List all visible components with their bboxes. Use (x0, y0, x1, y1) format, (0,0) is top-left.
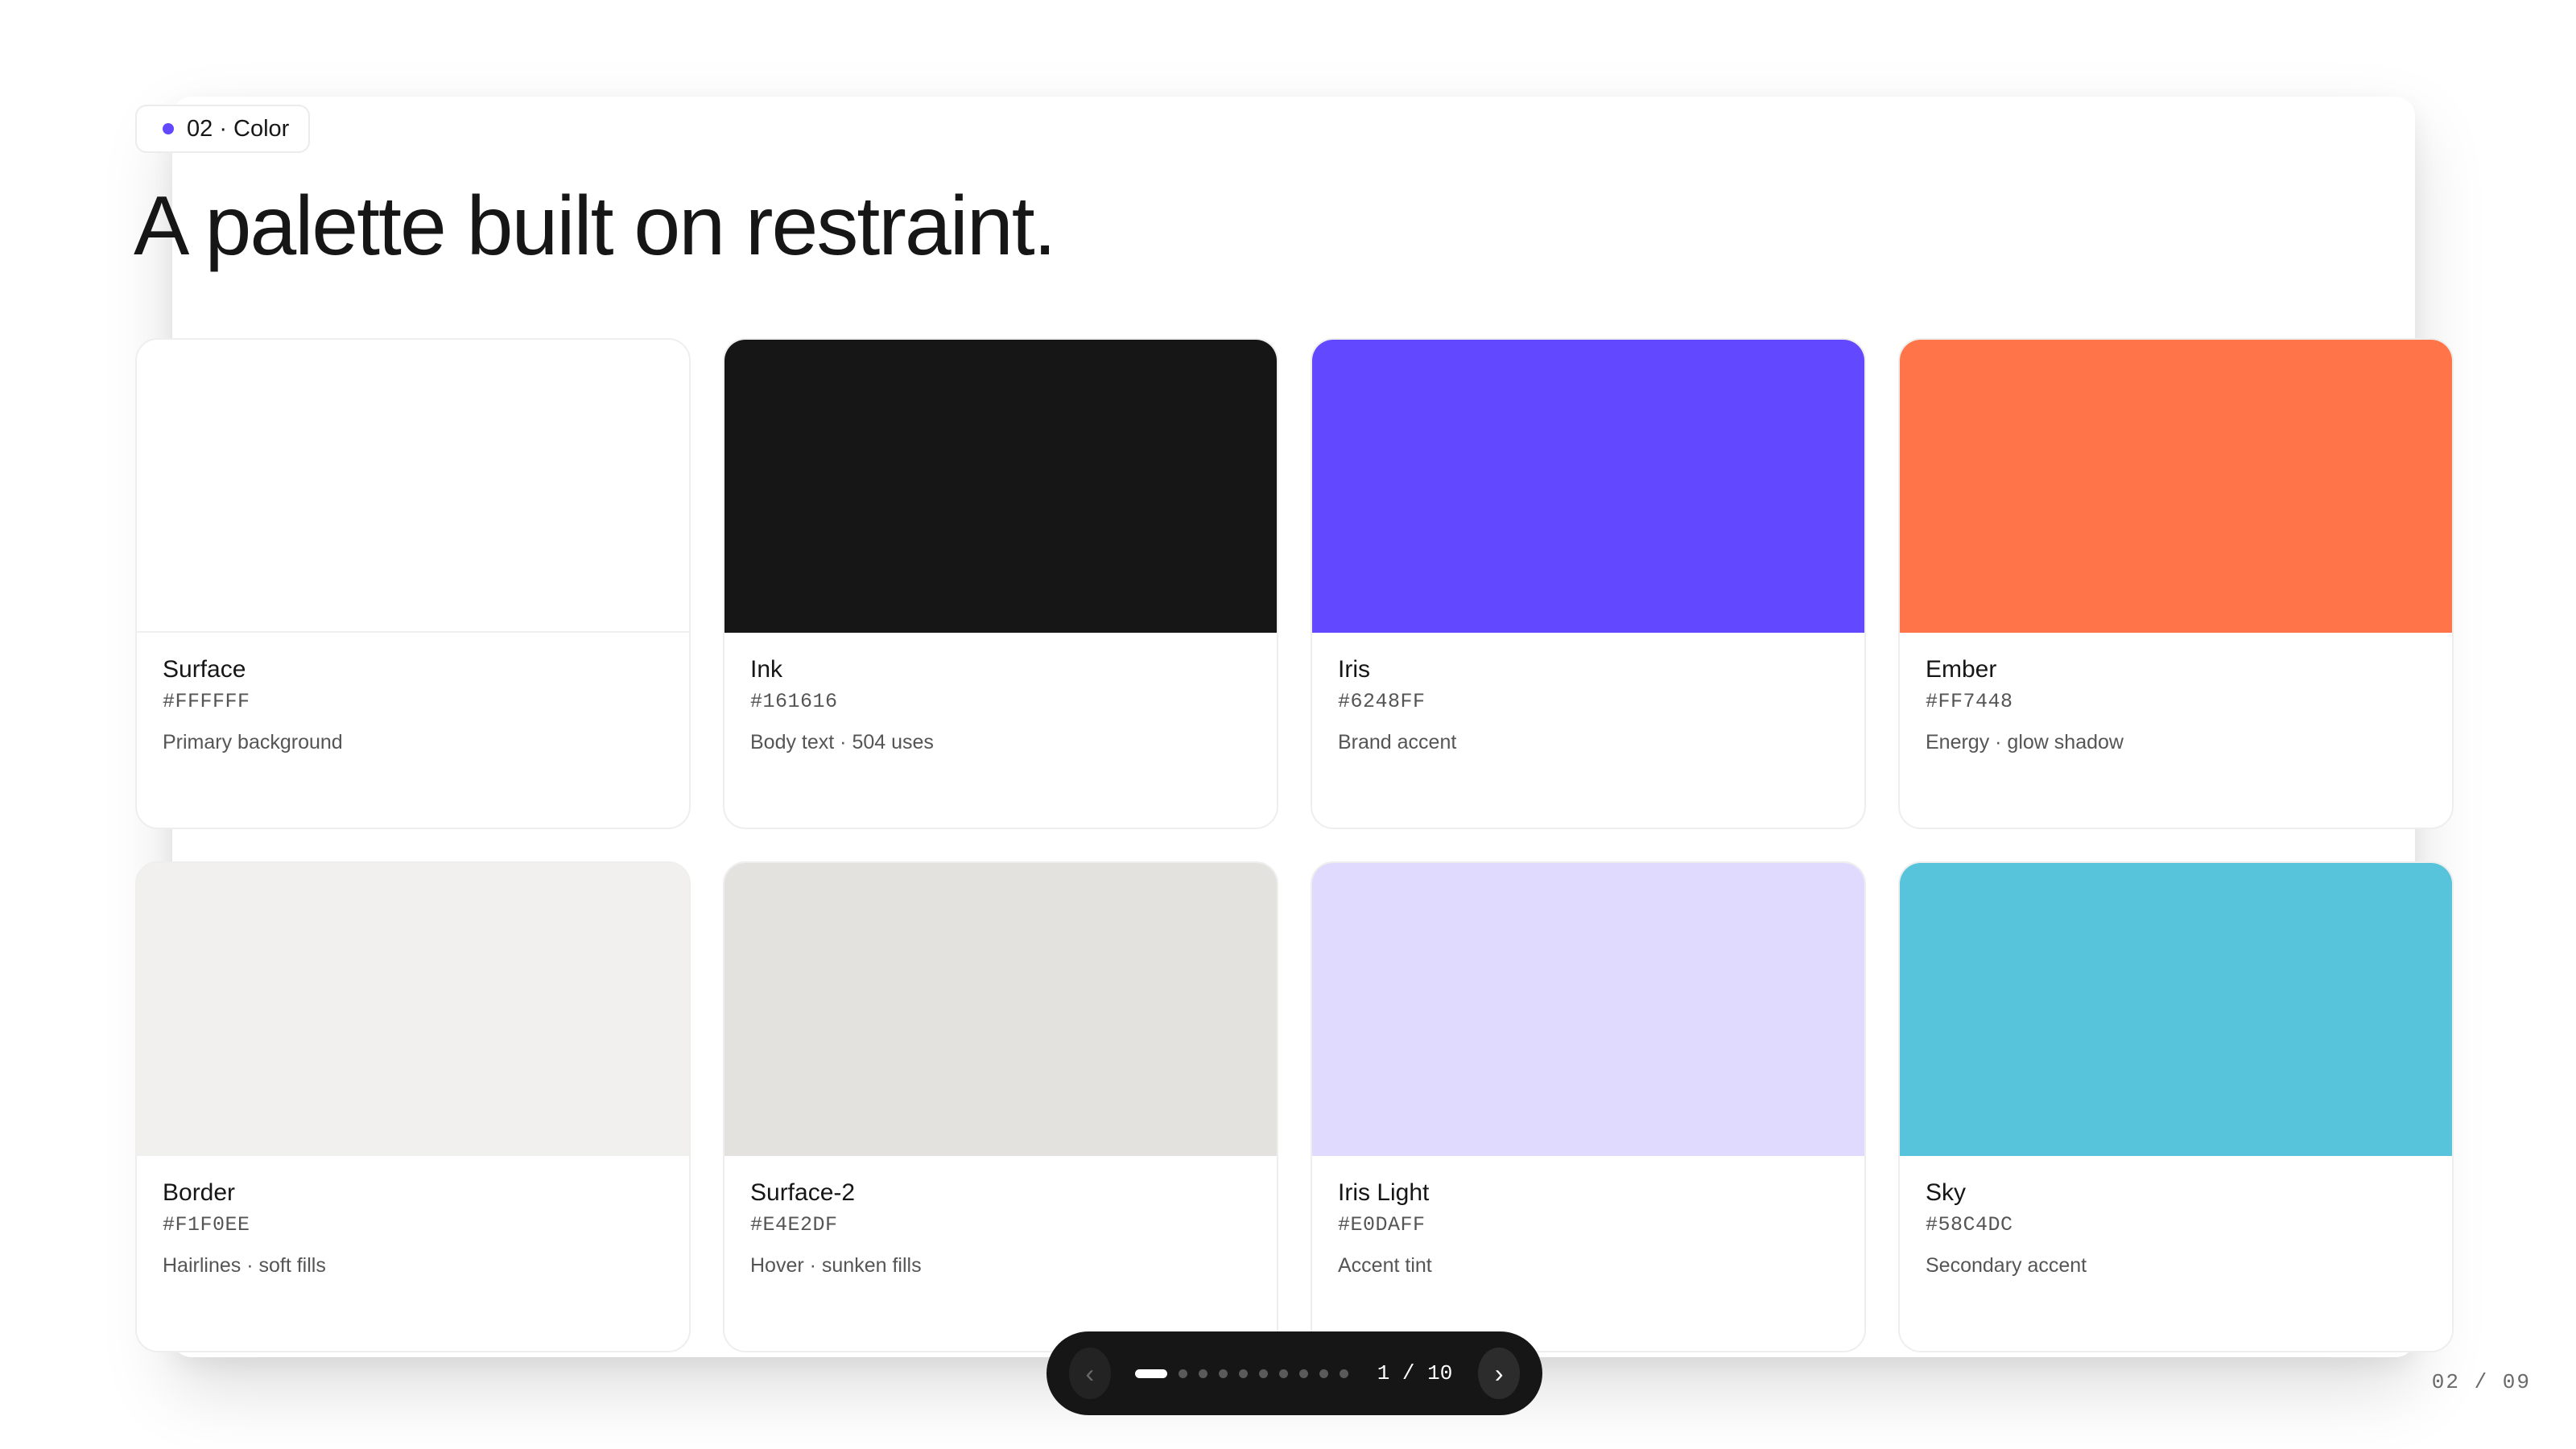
swatch-card-border: Border #F1F0EE Hairlines · soft fills (135, 861, 691, 1352)
swatch-grid: Surface #FFFFFF Primary background Ink #… (135, 338, 2454, 1352)
chevron-right-icon: › (1494, 1358, 1504, 1388)
swatch-card-ember: Ember #FF7448 Energy · glow shadow (1898, 338, 2454, 829)
swatch-description: Primary background (163, 731, 343, 753)
color-swatch (1900, 863, 2452, 1156)
swatch-name: Ember (1926, 656, 1997, 683)
swatch-name: Iris (1338, 656, 1370, 683)
section-label: 02 · Color (187, 115, 290, 142)
color-swatch (1900, 340, 2452, 633)
swatch-hex: #E4E2DF (750, 1213, 838, 1236)
swatch-card-surface-2: Surface-2 #E4E2DF Hover · sunken fills (723, 861, 1278, 1352)
swatch-hex: #FFFFFF (163, 690, 250, 713)
chevron-left-icon: ‹ (1085, 1358, 1095, 1388)
page-title: A palette built on restraint. (134, 180, 1056, 273)
progress-dot[interactable] (1134, 1368, 1167, 1378)
swatch-name: Border (163, 1179, 236, 1206)
swatch-description: Energy · glow shadow (1926, 731, 2124, 753)
color-swatch (1312, 863, 1864, 1156)
swatch-description: Secondary accent (1926, 1254, 2087, 1277)
swatch-card-iris-light: Iris Light #E0DAFF Accent tint (1311, 861, 1866, 1352)
section-dot-icon (163, 123, 174, 134)
swatch-card-sky: Sky #58C4DC Secondary accent (1898, 861, 2454, 1352)
slide-pager: ‹ 1 / 10 › (1046, 1331, 1542, 1415)
color-swatch (724, 863, 1277, 1156)
progress-dot[interactable] (1298, 1368, 1308, 1378)
swatch-hex: #161616 (750, 690, 838, 713)
progress-dot[interactable] (1319, 1368, 1328, 1378)
swatch-name: Surface (163, 656, 246, 683)
swatch-name: Sky (1926, 1179, 1967, 1206)
swatch-description: Brand accent (1338, 731, 1457, 753)
swatch-hex: #F1F0EE (163, 1213, 250, 1236)
previous-slide-button[interactable]: ‹ (1069, 1348, 1111, 1399)
progress-dot[interactable] (1339, 1368, 1348, 1378)
swatch-name: Ink (750, 656, 783, 683)
color-swatch (1312, 340, 1864, 633)
swatch-hex: #58C4DC (1926, 1213, 2013, 1236)
swatch-hex: #6248FF (1338, 690, 1426, 713)
next-slide-button[interactable]: › (1478, 1348, 1520, 1399)
color-swatch (137, 863, 689, 1156)
swatch-description: Hairlines · soft fills (163, 1254, 326, 1277)
slide-counter: 1 / 10 (1377, 1361, 1453, 1385)
color-swatch (724, 340, 1277, 633)
swatch-hex: #E0DAFF (1338, 1213, 1426, 1236)
color-swatch (137, 340, 689, 633)
swatch-description: Body text · 504 uses (750, 731, 934, 753)
progress-dot[interactable] (1238, 1368, 1248, 1378)
progress-dot[interactable] (1278, 1368, 1288, 1378)
slide-progress-dots (1134, 1368, 1348, 1378)
swatch-hex: #FF7448 (1926, 690, 2013, 713)
swatch-card-ink: Ink #161616 Body text · 504 uses (723, 338, 1278, 829)
swatch-card-surface: Surface #FFFFFF Primary background (135, 338, 691, 829)
swatch-card-iris: Iris #6248FF Brand accent (1311, 338, 1866, 829)
progress-dot[interactable] (1198, 1368, 1208, 1378)
swatch-name: Surface-2 (750, 1179, 856, 1206)
swatch-description: Hover · sunken fills (750, 1254, 922, 1277)
progress-dot[interactable] (1258, 1368, 1268, 1378)
section-chip: 02 · Color (135, 105, 311, 153)
swatch-name: Iris Light (1338, 1179, 1430, 1206)
progress-dot[interactable] (1178, 1368, 1187, 1378)
swatch-description: Accent tint (1338, 1254, 1432, 1277)
progress-dot[interactable] (1218, 1368, 1228, 1378)
page-number: 02 / 09 (2431, 1370, 2531, 1394)
